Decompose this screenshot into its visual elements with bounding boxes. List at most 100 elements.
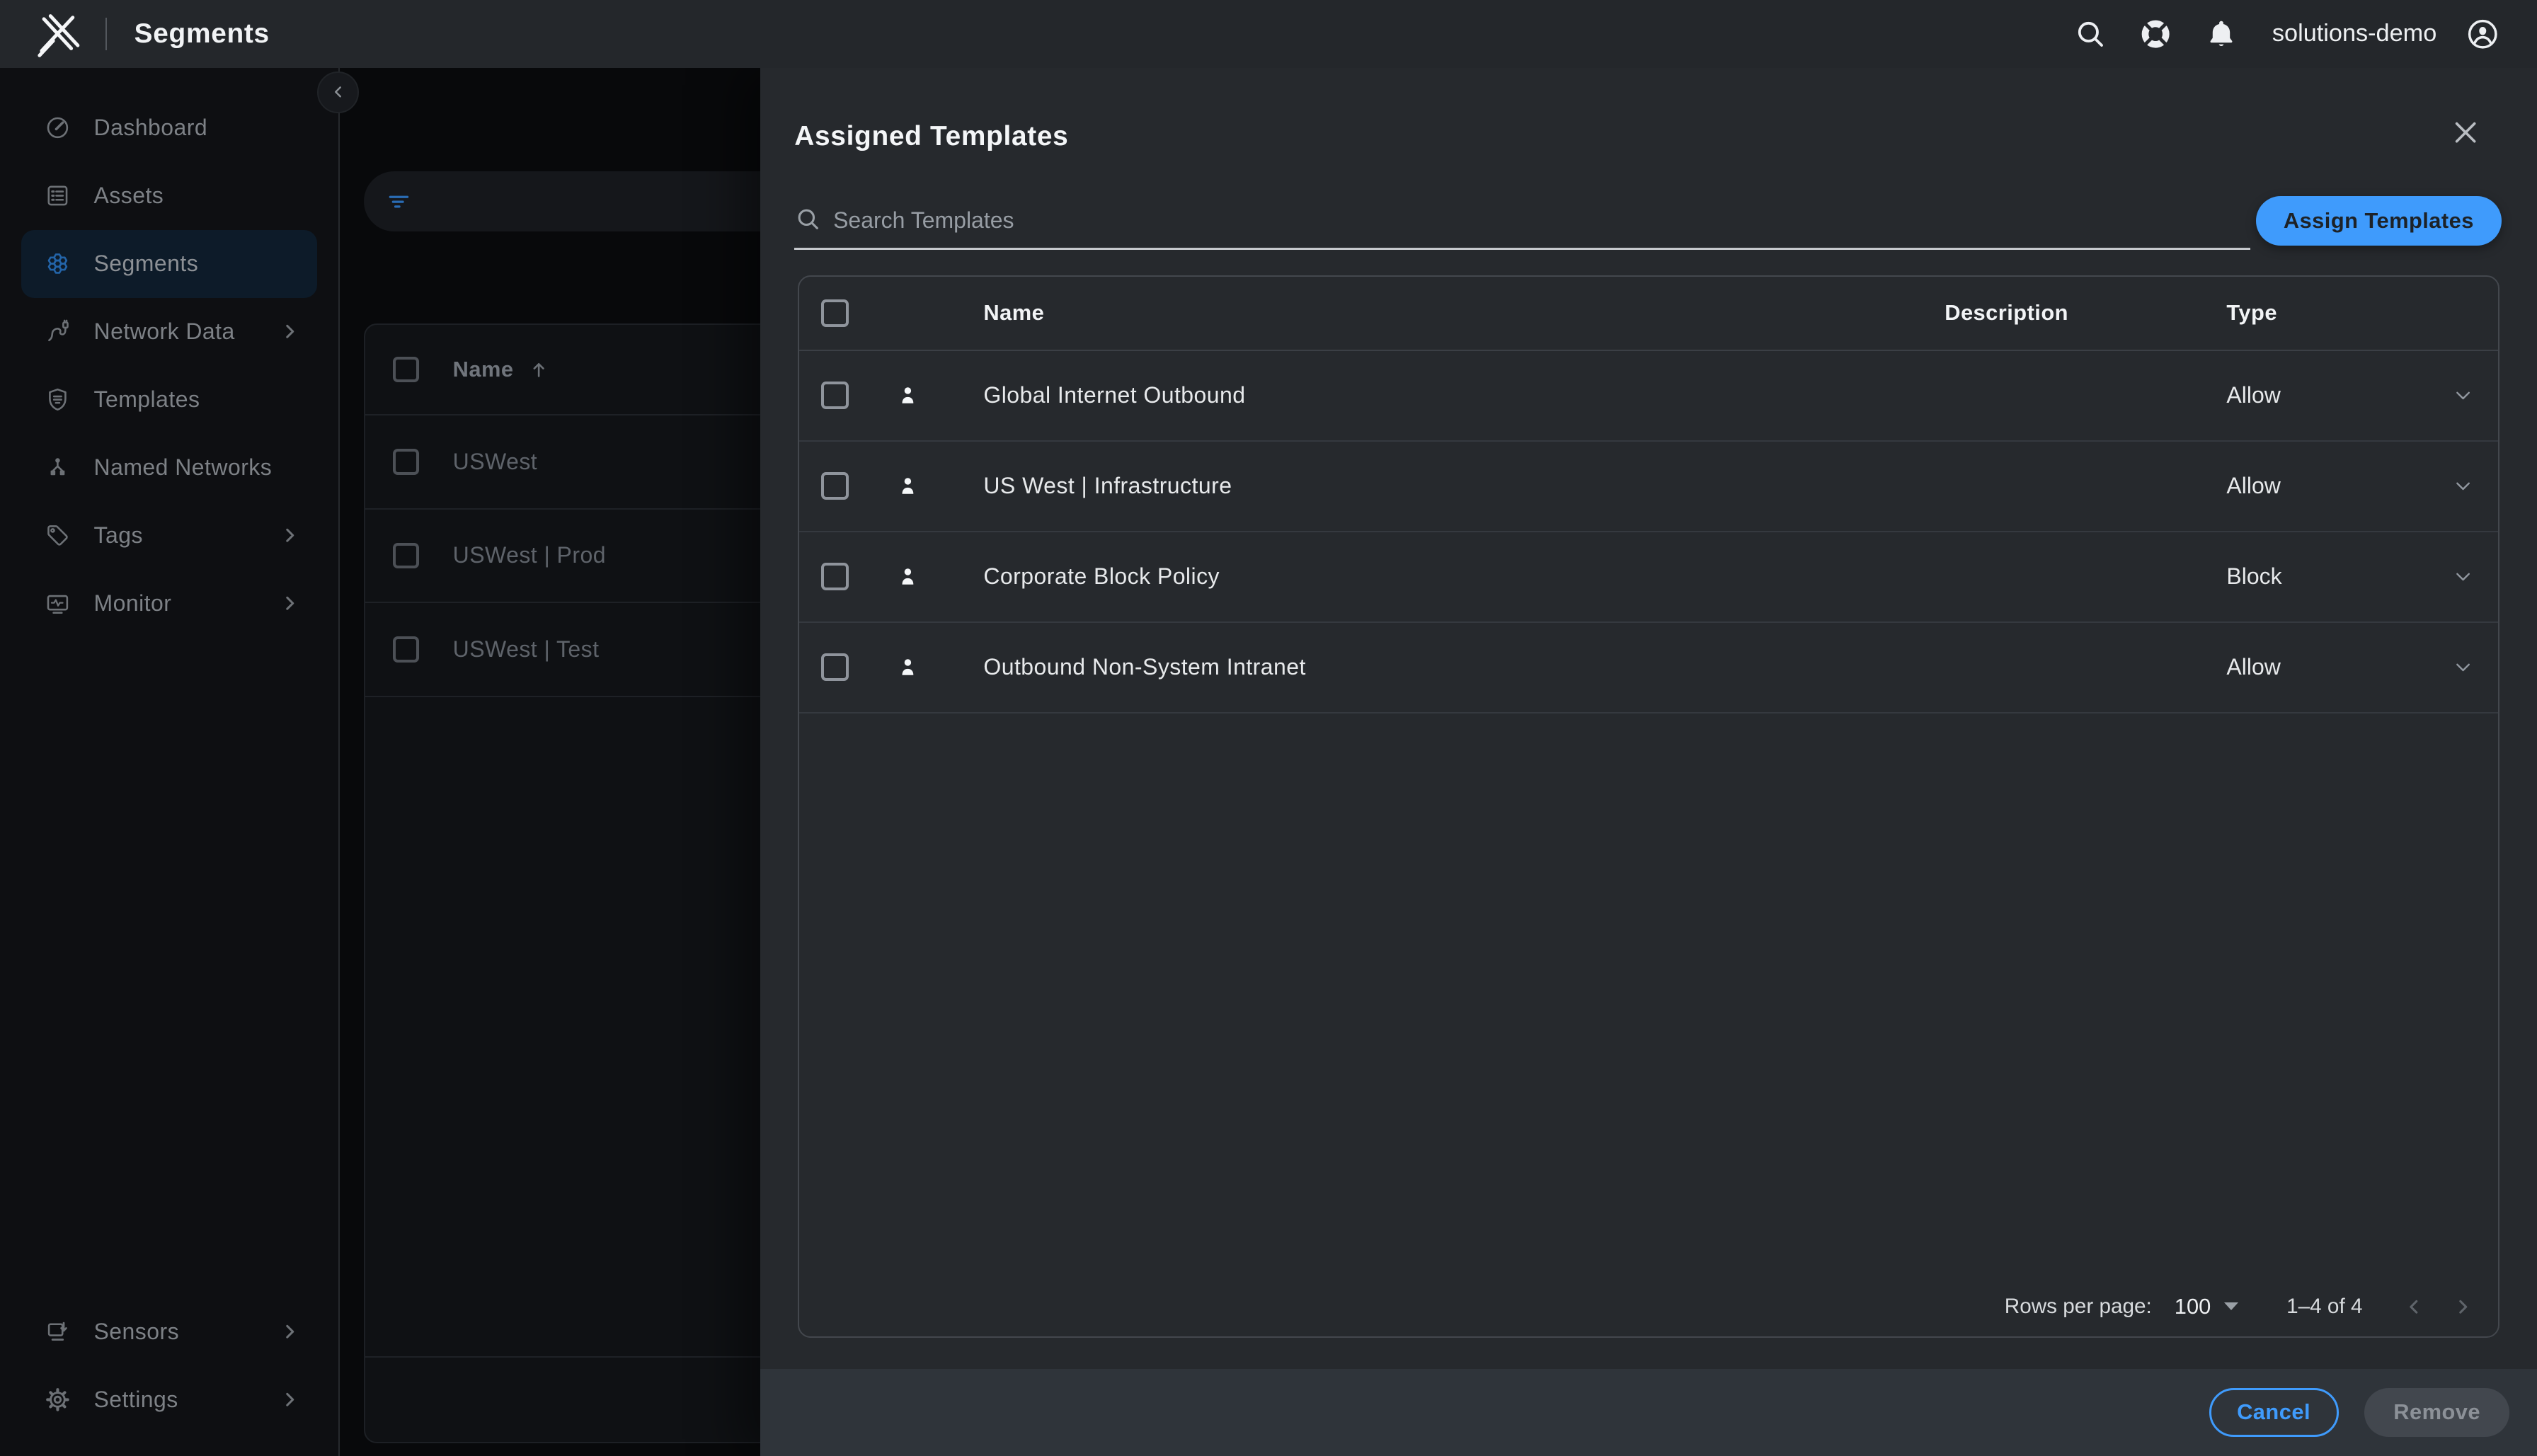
row-checkbox[interactable] <box>821 563 849 590</box>
rows-per-page-select[interactable]: 100 <box>2175 1294 2238 1319</box>
checkbox-cell <box>799 472 871 500</box>
caret-down-icon <box>2224 1302 2238 1310</box>
column-header-name[interactable]: Name <box>453 357 514 382</box>
tags-icon <box>44 522 71 549</box>
drawer-footer: Cancel Remove <box>760 1369 2537 1456</box>
template-type: Block <box>2201 563 2427 590</box>
page-title: Segments <box>134 18 270 50</box>
account-name[interactable]: solutions-demo <box>2272 20 2436 47</box>
sidebar-item-templates[interactable]: Templates <box>21 365 318 433</box>
sidebar-item-label: Network Data <box>94 319 235 345</box>
sidebar-item-settings[interactable]: Settings <box>21 1365 318 1433</box>
chevron-right-icon <box>277 1387 303 1413</box>
segment-name: USWest | Test <box>453 636 600 663</box>
rows-per-page-label: Rows per page: <box>2005 1295 2152 1319</box>
drawer-search-row: Assign Templates <box>794 196 2501 251</box>
sidebar-item-network-data[interactable]: Network Data <box>21 298 318 366</box>
sidebar-collapse-button[interactable] <box>317 71 359 113</box>
template-row[interactable]: Global Internet OutboundAllow <box>799 351 2499 442</box>
checkbox-cell <box>799 653 871 681</box>
select-all-checkbox[interactable] <box>393 357 419 383</box>
person-icon <box>894 472 922 500</box>
pagination-range: 1–4 of 4 <box>2286 1295 2362 1319</box>
expand-cell <box>2427 653 2499 682</box>
topbar-actions: solutions-demo <box>2073 16 2502 53</box>
templates-table: Name Description Type Global Internet Ou… <box>798 275 2500 1339</box>
templates-table-header: Name Description Type <box>799 277 2499 351</box>
template-type: Allow <box>2201 654 2427 680</box>
segment-name: USWest <box>453 449 537 475</box>
sort-ascending-icon[interactable] <box>527 357 551 382</box>
sidebar-item-label: Monitor <box>94 590 172 617</box>
segment-name: USWest | Prod <box>453 542 606 568</box>
sidebar-item-monitor[interactable]: Monitor <box>21 569 318 637</box>
search-templates-input[interactable] <box>794 196 2250 251</box>
chevron-down-icon[interactable] <box>2449 471 2478 500</box>
chevron-down-icon[interactable] <box>2449 381 2478 410</box>
chevron-right-icon <box>277 590 303 617</box>
chevron-down-icon[interactable] <box>2449 653 2478 682</box>
sidebar-item-label: Assets <box>94 183 164 209</box>
sidebar-item-segments[interactable]: Segments <box>21 230 318 298</box>
network-data-icon <box>44 318 71 345</box>
person-cell <box>870 382 944 409</box>
sidebar-nav: Dashboard Assets Segments Network Data Templ… <box>0 68 338 637</box>
select-all-checkbox[interactable] <box>821 299 849 327</box>
remove-button[interactable]: Remove <box>2364 1388 2509 1437</box>
column-header-description[interactable]: Description <box>1812 300 2201 326</box>
filter-icon[interactable] <box>385 188 413 215</box>
template-name: US West | Infrastructure <box>945 473 1813 499</box>
monitor-icon <box>44 590 71 617</box>
sidebar-item-label: Sensors <box>94 1319 180 1345</box>
app-root: Segments solutions-demo Dashboard Assets S… <box>0 0 2537 1456</box>
column-header-type[interactable]: Type <box>2201 300 2427 326</box>
sensors-icon <box>44 1318 71 1346</box>
row-checkbox[interactable] <box>821 472 849 500</box>
template-name: Corporate Block Policy <box>945 563 1813 590</box>
sidebar-item-label: Segments <box>94 251 199 277</box>
close-icon[interactable] <box>2448 115 2483 150</box>
cancel-button[interactable]: Cancel <box>2209 1388 2339 1437</box>
assigned-templates-drawer: Assigned Templates Assign Templates Name… <box>760 68 2537 1456</box>
rows-per-page-value: 100 <box>2175 1294 2211 1319</box>
bell-icon[interactable] <box>2204 17 2238 51</box>
sidebar-item-dashboard[interactable]: Dashboard <box>21 94 318 162</box>
chevron-down-icon[interactable] <box>2449 562 2478 591</box>
row-checkbox[interactable] <box>821 382 849 409</box>
sidebar-item-label: Named Networks <box>94 454 273 481</box>
row-checkbox[interactable] <box>393 636 419 663</box>
previous-page-icon[interactable] <box>2395 1288 2434 1326</box>
account-icon[interactable] <box>2464 16 2502 53</box>
checkbox-cell <box>799 382 871 409</box>
template-row[interactable]: US West | InfrastructureAllow <box>799 442 2499 532</box>
segments-icon <box>44 250 71 277</box>
help-icon[interactable] <box>2138 16 2173 52</box>
row-checkbox[interactable] <box>393 543 419 569</box>
search-icon[interactable] <box>2073 17 2107 51</box>
next-page-icon[interactable] <box>2444 1288 2482 1326</box>
sidebar-item-named-networks[interactable]: Named Networks <box>21 433 318 501</box>
pagination: Rows per page: 100 1–4 of 4 <box>799 1277 2499 1337</box>
sidebar-item-label: Settings <box>94 1387 178 1413</box>
template-row[interactable]: Corporate Block Policy Block <box>799 532 2499 623</box>
expand-cell <box>2427 562 2499 591</box>
expand-cell <box>2427 471 2499 500</box>
row-checkbox[interactable] <box>821 653 849 681</box>
template-row[interactable]: Outbound Non-System IntranetAllow <box>799 623 2499 713</box>
assign-templates-button[interactable]: Assign Templates <box>2256 196 2502 246</box>
row-checkbox[interactable] <box>393 449 419 475</box>
brand-logo-icon <box>33 10 81 59</box>
column-header-name[interactable]: Name <box>945 300 1813 326</box>
sidebar-item-tags[interactable]: Tags <box>21 501 318 569</box>
sidebar-item-label: Templates <box>94 386 200 413</box>
chevron-right-icon <box>277 522 303 549</box>
sidebar-item-assets[interactable]: Assets <box>21 162 318 230</box>
sidebar-item-label: Tags <box>94 522 143 549</box>
sidebar-item-sensors[interactable]: Sensors <box>21 1297 318 1365</box>
sidebar: Dashboard Assets Segments Network Data Templ… <box>0 68 340 1456</box>
dashboard-icon <box>44 114 71 142</box>
settings-icon <box>44 1386 71 1414</box>
drawer-title: Assigned Templates <box>794 121 1068 152</box>
person-icon <box>894 563 922 590</box>
chevron-right-icon <box>277 1319 303 1345</box>
